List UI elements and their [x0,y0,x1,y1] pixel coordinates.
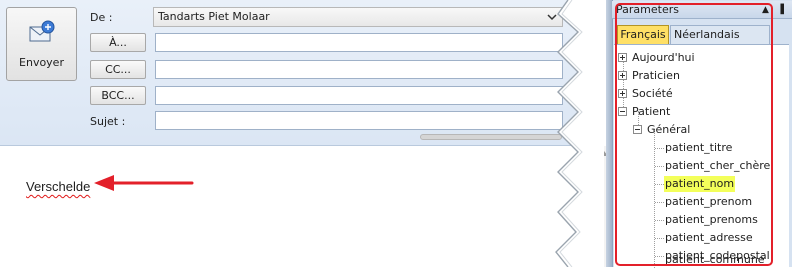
bcc-input[interactable] [155,86,563,105]
from-value: Tandarts Piet Molaar [158,10,270,23]
from-label: De : [90,11,113,24]
torn-edge-divider [555,0,604,267]
pin-icon[interactable]: ▐ [777,1,784,19]
from-select[interactable]: Tandarts Piet Molaar [153,7,563,27]
body-text[interactable]: Verschelde [26,179,90,194]
send-button[interactable]: Envoyer [6,7,77,81]
subject-input[interactable] [155,111,563,130]
envelope-icon [29,20,55,42]
to-button[interactable]: À... [90,33,146,52]
cc-input[interactable] [155,60,563,79]
red-highlight-annotation [615,3,773,266]
send-label: Envoyer [19,56,64,69]
bcc-button[interactable]: BCC... [90,86,146,105]
to-input[interactable] [155,33,563,52]
message-body[interactable] [0,146,612,267]
cc-button[interactable]: CC... [90,60,146,79]
subject-label: Sujet : [90,115,126,128]
horizontal-scrollbar[interactable] [420,134,562,140]
red-arrow-annotation [94,175,194,191]
